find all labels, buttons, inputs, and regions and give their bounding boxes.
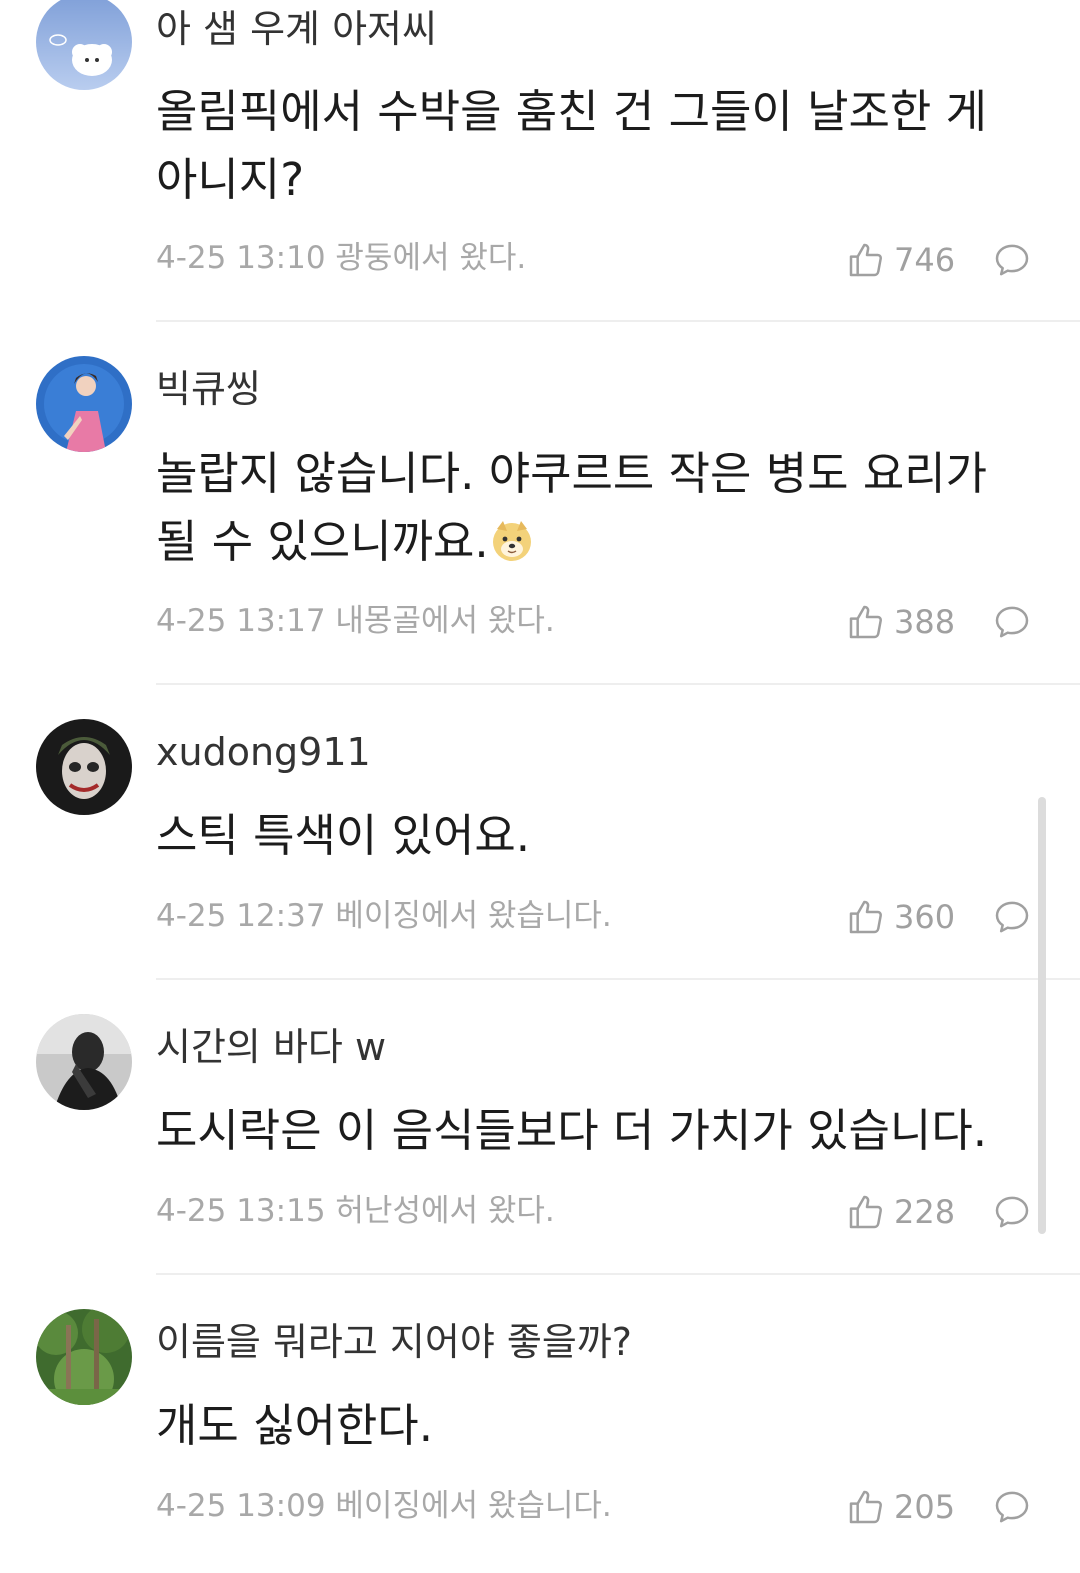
like-button[interactable]: 746: [846, 240, 955, 280]
reply-button[interactable]: [992, 602, 1032, 642]
like-count: 360: [894, 898, 956, 936]
like-count: 205: [894, 1488, 956, 1526]
comment-meta: 4-25 13:15 허난성에서 왔다.: [156, 1193, 555, 1229]
comment-text-content: 놀랍지 않습니다. 야쿠르트 작은 병도 요리가 될 수 있으니까요.: [156, 447, 988, 568]
speech-bubble-icon: [992, 1487, 1032, 1527]
like-button[interactable]: 388: [846, 602, 955, 642]
username[interactable]: 아 샘 우계 아저씨: [156, 10, 437, 48]
like-count: 228: [894, 1193, 956, 1231]
comment-text: 개도 싫어한다.: [156, 1399, 434, 1452]
reply-button[interactable]: [992, 897, 1032, 937]
username[interactable]: 빅큐씽: [156, 370, 261, 408]
comment-meta: 4-25 13:09 베이징에서 왔습니다.: [156, 1488, 612, 1524]
thumbs-up-icon: [846, 897, 886, 937]
user-avatar[interactable]: [36, 719, 132, 815]
joker-avatar-icon: [36, 719, 132, 815]
reply-button[interactable]: [992, 1192, 1032, 1232]
comment-meta: 4-25 13:17 내몽골에서 왔다.: [156, 603, 555, 639]
like-button[interactable]: 205: [846, 1487, 955, 1527]
comment-meta: 4-25 13:10 광둥에서 왔다.: [156, 240, 527, 276]
thumbs-up-icon: [846, 1487, 886, 1527]
username[interactable]: 이름을 뭐라고 지어야 좋을까?: [156, 1323, 632, 1361]
reply-button[interactable]: [992, 1487, 1032, 1527]
divider: [156, 978, 1080, 980]
user-avatar[interactable]: [36, 356, 132, 452]
doge-emoji-icon: [489, 514, 535, 561]
divider: [156, 320, 1080, 322]
forest-avatar-icon: [36, 1309, 132, 1405]
like-count: 746: [894, 241, 956, 279]
user-avatar[interactable]: [36, 1309, 132, 1405]
speech-bubble-icon: [992, 897, 1032, 937]
like-button[interactable]: 360: [846, 897, 955, 937]
scrollbar[interactable]: [1038, 797, 1046, 1234]
thumbs-up-icon: [846, 602, 886, 642]
divider: [156, 1273, 1080, 1275]
username[interactable]: xudong911: [156, 733, 371, 771]
comment-text: 놀랍지 않습니다. 야쿠르트 작은 병도 요리가 될 수 있으니까요.: [156, 440, 1036, 576]
comment-text: 스틱 특색이 있어요.: [156, 809, 531, 862]
like-count: 388: [894, 603, 956, 641]
reply-button[interactable]: [992, 240, 1032, 280]
speech-bubble-icon: [992, 602, 1032, 642]
comment-text: 올림픽에서 수박을 훔친 건 그들이 날조한 게 아니지?: [156, 85, 988, 206]
thumbs-up-icon: [846, 240, 886, 280]
like-button[interactable]: 228: [846, 1192, 955, 1232]
comment-text: 도시락은 이 음식들보다 더 가치가 있습니다.: [156, 1104, 988, 1157]
user-avatar[interactable]: [36, 0, 132, 90]
cartoon-sheep-avatar-icon: [36, 0, 132, 90]
comment-meta: 4-25 12:37 베이징에서 왔습니다.: [156, 898, 612, 934]
thumbs-up-icon: [846, 1192, 886, 1232]
username[interactable]: 시간의 바다 w: [156, 1028, 386, 1066]
speech-bubble-icon: [992, 240, 1032, 280]
anime-girl-avatar-icon: [36, 356, 132, 452]
user-avatar[interactable]: [36, 1014, 132, 1110]
speech-bubble-icon: [992, 1192, 1032, 1232]
dark-figure-avatar-icon: [36, 1014, 132, 1110]
divider: [156, 683, 1080, 685]
